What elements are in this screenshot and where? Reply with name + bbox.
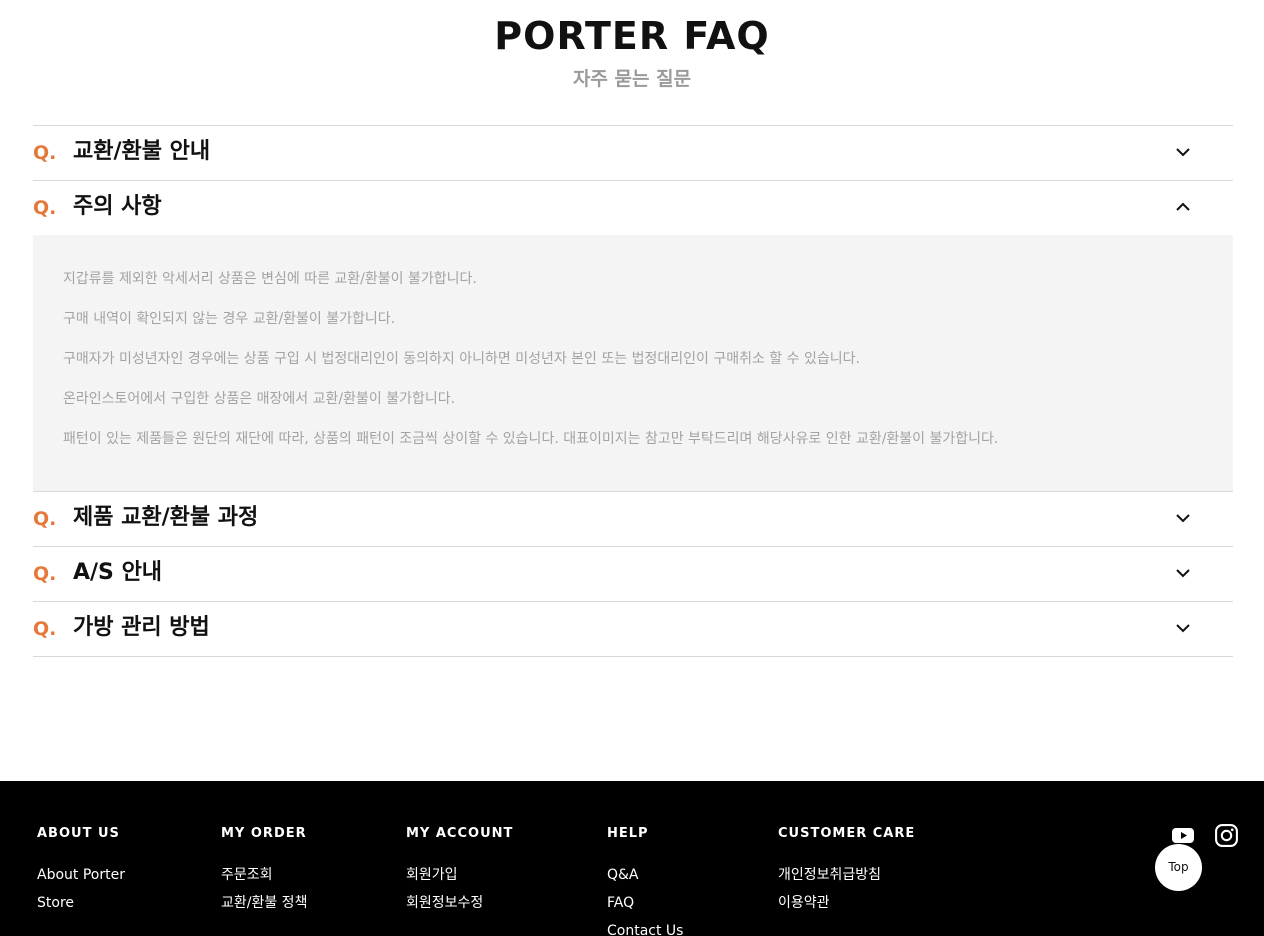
faq-question-title: 주의 사항	[73, 194, 162, 219]
faq-answer-line: 온라인스토어에서 구입한 상품은 매장에서 교환/환불이 불가합니다.	[63, 391, 456, 407]
footer-col-care: CUSTOMER CARE 개인정보취급방침 이용약관	[778, 825, 915, 921]
footer-col-about: ABOUT US About Porter Store	[37, 825, 125, 921]
chevron-down-icon[interactable]	[1173, 142, 1193, 162]
footer-heading: MY ORDER	[221, 826, 307, 841]
footer-link-qna[interactable]: Q&A	[607, 865, 683, 885]
chevron-up-icon[interactable]	[1173, 197, 1193, 217]
faq-answer-cautions: 지갑류를 제외한 악세서리 상품은 변심에 따른 교환/환불이 불가합니다. 구…	[33, 235, 1233, 491]
page-title: PORTER FAQ	[494, 14, 770, 58]
chevron-down-icon[interactable]	[1173, 618, 1193, 638]
chevron-down-icon[interactable]	[1173, 508, 1193, 528]
footer-link-edit-profile[interactable]: 회원정보수정	[406, 893, 513, 913]
faq-item-exchange-refund: Q. 교환/환불 안내	[33, 126, 1233, 181]
faq-q-label: Q.	[33, 142, 57, 164]
footer-heading: CUSTOMER CARE	[778, 826, 916, 841]
faq-q-label: Q.	[33, 197, 57, 219]
faq-question-cautions[interactable]: Q. 주의 사항	[33, 181, 1233, 235]
footer-link-contact[interactable]: Contact Us	[607, 921, 683, 936]
footer-link-refund-policy[interactable]: 교환/환불 정책	[221, 893, 307, 913]
faq-answer-line: 구매 내역이 확인되지 않는 경우 교환/환불이 불가합니다.	[63, 311, 396, 327]
faq-item-as-guide: Q. A/S 안내	[33, 547, 1233, 602]
faq-page: PORTER FAQ 자주 묻는 질문 Q. 교환/환불 안내 Q. 주의 사항	[0, 0, 1264, 936]
faq-item-cautions: Q. 주의 사항 지갑류를 제외한 악세서리 상품은 변심에 따른 교환/환불이…	[33, 181, 1233, 492]
chevron-down-icon[interactable]	[1173, 563, 1193, 583]
footer-col-account: MY ACCOUNT 회원가입 회원정보수정	[406, 825, 513, 921]
faq-question-title: 교환/환불 안내	[73, 139, 211, 164]
faq-question-as-guide[interactable]: Q. A/S 안내	[33, 547, 1233, 601]
footer-link-about-porter[interactable]: About Porter	[37, 865, 125, 885]
faq-question-title: 가방 관리 방법	[73, 615, 210, 640]
site-footer: ABOUT US About Porter Store MY ORDER 주문조…	[0, 781, 1264, 936]
footer-link-faq[interactable]: FAQ	[607, 893, 683, 913]
footer-heading: ABOUT US	[37, 826, 120, 841]
faq-answer-line: 지갑류를 제외한 악세서리 상품은 변심에 따른 교환/환불이 불가합니다.	[63, 271, 477, 287]
footer-link-terms[interactable]: 이용약관	[778, 893, 915, 913]
faq-item-exchange-process: Q. 제품 교환/환불 과정	[33, 492, 1233, 547]
footer-link-order-lookup[interactable]: 주문조회	[221, 865, 307, 885]
instagram-icon[interactable]	[1214, 823, 1239, 848]
footer-link-privacy[interactable]: 개인정보취급방침	[778, 865, 915, 885]
faq-q-label: Q.	[33, 508, 57, 530]
footer-col-order: MY ORDER 주문조회 교환/환불 정책	[221, 825, 307, 921]
faq-question-bag-care[interactable]: Q. 가방 관리 방법	[33, 602, 1233, 656]
faq-question-title: 제품 교환/환불 과정	[73, 505, 259, 530]
footer-link-store[interactable]: Store	[37, 893, 125, 913]
faq-question-exchange-refund[interactable]: Q. 교환/환불 안내	[33, 126, 1233, 180]
footer-link-signup[interactable]: 회원가입	[406, 865, 513, 885]
faq-question-exchange-process[interactable]: Q. 제품 교환/환불 과정	[33, 492, 1233, 546]
faq-question-title: A/S 안내	[73, 560, 163, 585]
faq-answer-line: 패턴이 있는 제품들은 원단의 재단에 따라, 상품의 패턴이 조금씩 상이할 …	[63, 431, 999, 447]
page-subtitle: 자주 묻는 질문	[572, 68, 692, 90]
footer-heading: MY ACCOUNT	[406, 826, 514, 841]
back-to-top-button[interactable]: Top	[1155, 844, 1202, 891]
faq-answer-line: 구매자가 미성년자인 경우에는 상품 구입 시 법정대리인이 동의하지 아니하면…	[63, 351, 860, 367]
faq-list: Q. 교환/환불 안내 Q. 주의 사항 지갑류를 제외한 악세서리 상품은 변…	[33, 125, 1233, 657]
footer-col-help: HELP Q&A FAQ Contact Us	[607, 825, 683, 936]
faq-q-label: Q.	[33, 618, 57, 640]
footer-heading: HELP	[607, 826, 649, 841]
faq-q-label: Q.	[33, 563, 57, 585]
faq-item-bag-care: Q. 가방 관리 방법	[33, 602, 1233, 657]
